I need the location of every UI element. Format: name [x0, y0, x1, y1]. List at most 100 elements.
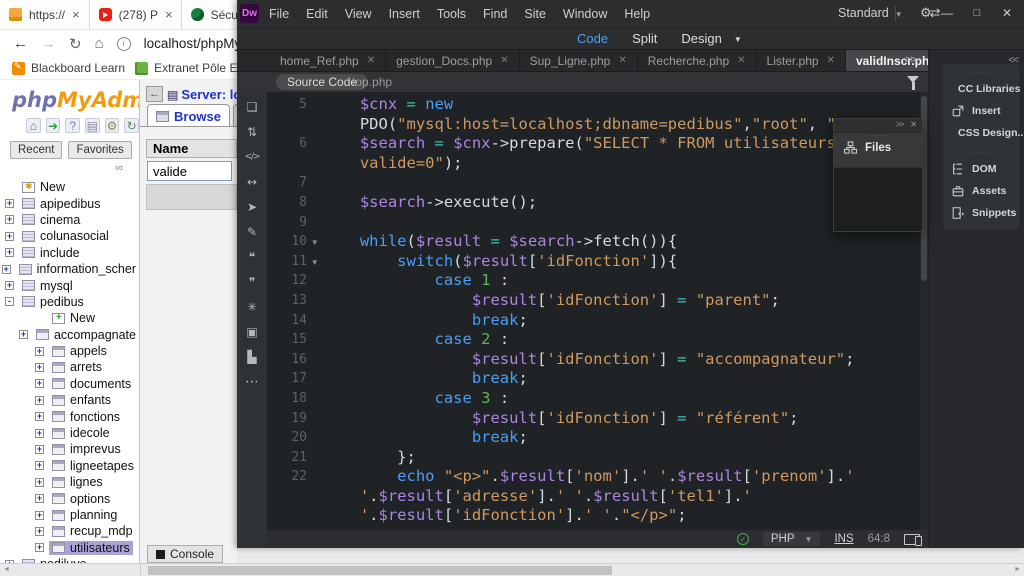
browser-tab[interactable]: (278) P ×	[88, 0, 181, 30]
toolbar-icon-10[interactable]: ▙	[247, 350, 256, 364]
language-selector[interactable]: PHP ▼	[762, 532, 821, 546]
toolbar-icon-0[interactable]: ❏	[247, 100, 258, 114]
doc-tab-close-icon[interactable]: ✕	[827, 55, 835, 66]
grip-icon[interactable]: ······	[834, 132, 922, 140]
menu-tools[interactable]: Tools	[437, 7, 466, 21]
device-preview-icon[interactable]	[904, 533, 922, 546]
menu-edit[interactable]: Edit	[306, 7, 328, 21]
tree-item-body[interactable]: cinema	[19, 213, 83, 227]
doc-tab[interactable]: Lister.php ✕	[757, 50, 846, 71]
close-button[interactable]: ✕	[992, 2, 1022, 24]
forward-icon[interactable]: →	[41, 35, 56, 52]
reload-icon[interactable]: ↻	[69, 35, 82, 53]
tree-item[interactable]: + cinema	[0, 212, 139, 228]
toolbar-icon-1[interactable]: ⇅	[247, 125, 257, 139]
tree-expander-icon[interactable]: +	[1, 264, 11, 274]
tree-expander-icon[interactable]: +	[5, 281, 14, 291]
toolbar-icon-9[interactable]: ▣	[246, 325, 257, 339]
tree-expander-icon[interactable]: +	[5, 248, 14, 258]
tree-item-body[interactable]: idecole	[49, 426, 113, 440]
tree-item-body[interactable]: include	[19, 246, 83, 260]
recent-button[interactable]: Recent	[10, 141, 63, 159]
tree-item[interactable]: + apipedibus	[0, 195, 139, 211]
toolbar-icon-5[interactable]: ✎	[247, 225, 257, 239]
tree-item-body[interactable]: recup_mdp	[49, 524, 136, 538]
toolbar-icon-8[interactable]: ✳	[247, 300, 257, 314]
tree-expander-icon[interactable]: +	[35, 412, 44, 422]
tree-expander-icon[interactable]: +	[35, 526, 44, 536]
tree-expander-icon[interactable]: +	[35, 477, 44, 487]
link-icon[interactable]: ∞	[0, 159, 139, 174]
tree-item-body[interactable]: information_scher	[16, 262, 139, 276]
doc-tab-close-icon[interactable]: ✕	[500, 55, 508, 66]
related-file-top-php[interactable]: top.php	[352, 75, 392, 89]
tree-expander-icon[interactable]: +	[5, 231, 14, 241]
tree-item[interactable]: + lignes	[0, 474, 139, 490]
grip-icon[interactable]: ······	[943, 69, 1019, 77]
tree-expander-icon[interactable]: +	[35, 494, 44, 504]
doc-tab[interactable]: home_Ref.php ✕	[270, 50, 387, 71]
tree-item[interactable]: +New	[0, 310, 139, 326]
tree-item-body[interactable]: lignes	[49, 475, 106, 489]
fold-arrow-icon[interactable]: ▼	[307, 252, 323, 272]
tab-close-icon[interactable]: ×	[165, 7, 173, 22]
insert-mode-indicator[interactable]: INS	[834, 533, 853, 545]
tree-expander-icon[interactable]: +	[35, 510, 44, 520]
home-icon[interactable]: ⌂	[26, 118, 41, 133]
tree-item[interactable]: + include	[0, 245, 139, 261]
toolbar-icon-2[interactable]: </>	[244, 150, 260, 164]
browser-tab[interactable]: https:// ×	[0, 0, 89, 30]
tree-item-body[interactable]: options	[49, 492, 113, 506]
tree-item-body[interactable]: planning	[49, 508, 120, 522]
panel-item-css[interactable]: CSS Design...	[943, 122, 1024, 144]
toolbar-icon-3[interactable]: ↔	[247, 175, 257, 189]
tree-item[interactable]: + mysql	[0, 277, 139, 293]
help-icon[interactable]: ?	[65, 118, 81, 133]
maximize-button[interactable]: □	[962, 2, 992, 24]
tree-item[interactable]: + accompagnate	[0, 327, 139, 343]
tree-item-body[interactable]: ligneetapes	[49, 459, 137, 473]
settings-icon[interactable]: ⚙	[104, 118, 120, 133]
tree-item[interactable]: +pediluve	[0, 556, 139, 563]
tree-item[interactable]: + arrets	[0, 359, 139, 375]
browser-horizontal-scrollbar[interactable]: ◄ ►	[0, 563, 1024, 576]
tree-item[interactable]: - pedibus	[0, 294, 139, 310]
refresh-icon[interactable]: ↻	[124, 118, 139, 133]
tab-overflow-icon[interactable]: >>	[905, 54, 917, 66]
code-editor[interactable]: 5 $cnx = new PDO("mysql:host=localhost;d…	[267, 92, 920, 530]
tree-item-body[interactable]: accompagnate	[33, 328, 139, 342]
files-panel-tab[interactable]: Files	[834, 141, 922, 154]
panel-close-icon[interactable]: ✕	[910, 120, 917, 132]
tree-expander-icon[interactable]: +	[35, 461, 44, 471]
fold-arrow-icon[interactable]: ▼	[307, 232, 323, 252]
tree-item[interactable]: + recup_mdp	[0, 523, 139, 539]
tree-item[interactable]: + colunasocial	[0, 228, 139, 244]
tree-item-body[interactable]: utilisateurs	[49, 540, 133, 555]
tree-expander-icon[interactable]: +	[35, 543, 44, 553]
tree-item[interactable]: + planning	[0, 507, 139, 523]
menu-site[interactable]: Site	[524, 7, 546, 21]
tree-expander-icon[interactable]: +	[5, 215, 14, 225]
tree-expander-icon[interactable]: +	[35, 379, 44, 389]
result-row[interactable]	[146, 184, 237, 210]
grip-icon[interactable]: ······	[943, 149, 1019, 157]
bookmark[interactable]: Blackboard Learn	[12, 61, 125, 75]
tree-item[interactable]: + ligneetapes	[0, 458, 139, 474]
tree-item-body[interactable]: apipedibus	[19, 197, 103, 211]
tree-expander-icon[interactable]: +	[18, 330, 28, 340]
favorites-button[interactable]: Favorites	[68, 141, 132, 159]
tree-item[interactable]: +New	[0, 179, 139, 195]
doc-tab-close-icon[interactable]: ✕	[737, 55, 745, 66]
doc-tab[interactable]: gestion_Docs.php ✕	[386, 50, 520, 71]
menu-find[interactable]: Find	[483, 7, 507, 21]
toolbar-icon-6[interactable]: ❝	[249, 250, 255, 264]
panel-item-dom[interactable]: DOM	[943, 158, 1019, 180]
back-icon[interactable]: ←	[13, 35, 28, 52]
tree-item[interactable]: + utilisateurs	[0, 540, 139, 556]
tree-expander-icon[interactable]: +	[35, 428, 44, 438]
tree-item-body[interactable]: pedibus	[19, 295, 87, 309]
tree-item[interactable]: + options	[0, 490, 139, 506]
view-design[interactable]: Design	[681, 31, 721, 46]
tree-item[interactable]: + imprevus	[0, 441, 139, 457]
scroll-thumb[interactable]	[148, 566, 612, 575]
